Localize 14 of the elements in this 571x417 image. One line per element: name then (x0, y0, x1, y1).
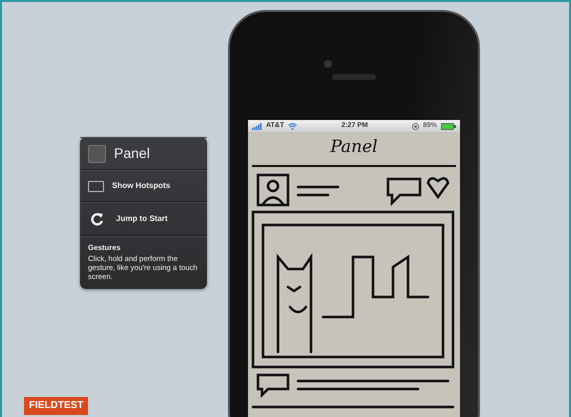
wifi-icon (288, 122, 298, 130)
rotation-lock-icon (412, 122, 419, 130)
jump-to-start-button[interactable]: Jump to Start (116, 213, 168, 225)
sketch-title: Panel (252, 132, 456, 166)
restart-icon (90, 212, 104, 226)
show-hotspots-toggle[interactable]: Show Hotspots (112, 180, 170, 192)
camera-icon (324, 60, 332, 68)
checkbox[interactable] (88, 180, 104, 192)
panel-title: Panel (114, 144, 150, 163)
signal-icon (252, 122, 262, 130)
panel-icon (88, 144, 106, 162)
battery-icon (440, 122, 456, 130)
speaker-icon (332, 74, 376, 80)
logo: FIELDTEST (24, 397, 88, 415)
